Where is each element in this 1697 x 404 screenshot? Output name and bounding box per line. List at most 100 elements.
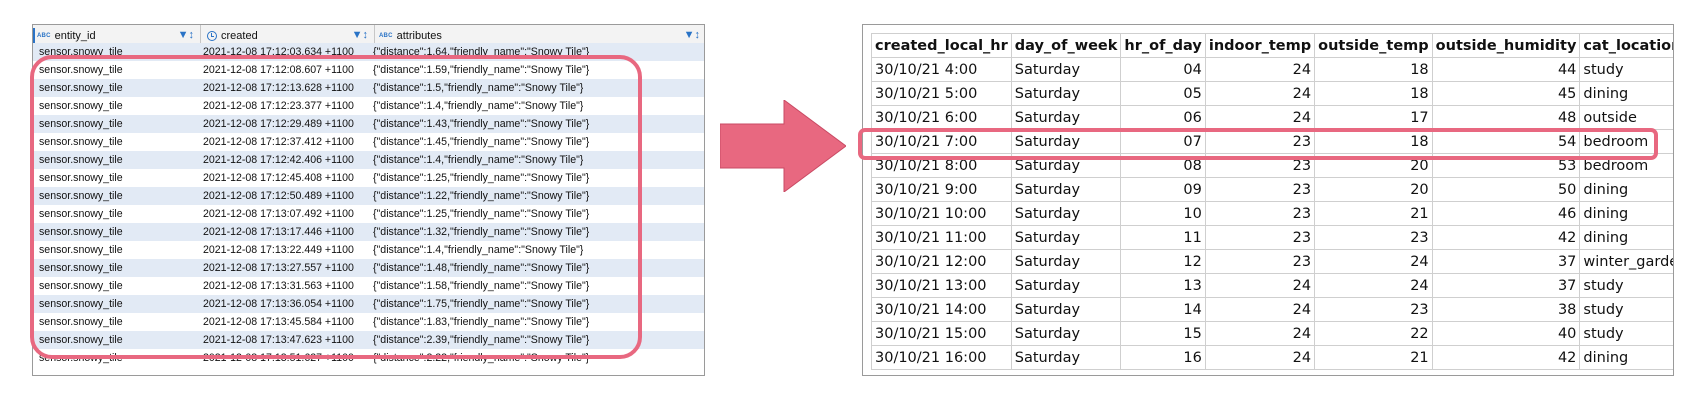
table-cell[interactable]: 13	[1120, 273, 1206, 298]
table-row[interactable]: sensor.snowy_tile 2021-12-08 17:12:45.408…	[33, 169, 704, 187]
table-row[interactable]: sensor.snowy_tile 2021-12-08 17:13:07.492…	[33, 205, 704, 223]
table-row[interactable]: 30/10/21 11:00 Saturday 11 23 23 42 dining	[871, 225, 1673, 250]
table-cell[interactable]: 20	[1314, 153, 1433, 178]
table-cell[interactable]: sensor.snowy_tile	[39, 349, 123, 367]
table-row[interactable]: sensor.snowy_tile 2021-12-08 17:12:42.406…	[33, 151, 704, 169]
table-cell[interactable]: 24	[1314, 273, 1433, 298]
table-row[interactable]: sensor.snowy_tile 2021-12-08 17:12:29.489…	[33, 115, 704, 133]
table-cell[interactable]: 23	[1204, 129, 1316, 154]
table-row[interactable]: sensor.snowy_tile 2021-12-08 17:13:31.563…	[33, 277, 704, 295]
table-cell[interactable]: sensor.snowy_tile	[39, 97, 123, 115]
table-cell[interactable]: {"distance":2.22,"friendly_name":"Snowy …	[373, 349, 589, 367]
table-cell[interactable]: 30/10/21 12:00	[871, 249, 1012, 274]
table-row[interactable]: sensor.snowy_tile 2021-12-08 17:13:51.627…	[33, 349, 704, 367]
table-row[interactable]: 30/10/21 9:00 Saturday 09 23 20 50 dining	[871, 177, 1673, 202]
table-cell[interactable]: 2021-12-08 17:12:03.634 +1100	[203, 43, 354, 61]
table-cell[interactable]: sensor.snowy_tile	[39, 79, 123, 97]
table-cell[interactable]: Saturday	[1010, 153, 1122, 178]
table-cell[interactable]: 2021-12-08 17:12:50.489 +1100	[203, 187, 354, 205]
table-cell[interactable]: study	[1579, 273, 1673, 298]
table-cell[interactable]: 30/10/21 10:00	[871, 201, 1012, 226]
table-cell[interactable]: 37	[1431, 249, 1581, 274]
table-cell[interactable]: sensor.snowy_tile	[39, 61, 123, 79]
sort-filter-icon[interactable]: ▼↕	[352, 29, 368, 41]
table-cell[interactable]: Saturday	[1010, 249, 1122, 274]
table-cell[interactable]: 24	[1204, 57, 1316, 82]
table-cell[interactable]: Saturday	[1010, 345, 1122, 370]
table-cell[interactable]: sensor.snowy_tile	[39, 259, 123, 277]
table-row[interactable]: 30/10/21 6:00 Saturday 06 24 17 48 outside	[871, 105, 1673, 130]
table-cell[interactable]: sensor.snowy_tile	[39, 241, 123, 259]
table-cell[interactable]: 30/10/21 16:00	[871, 345, 1012, 370]
table-row[interactable]: 30/10/21 13:00 Saturday 13 24 24 37 study	[871, 273, 1673, 298]
table-cell[interactable]: 30/10/21 9:00	[871, 177, 1012, 202]
table-cell[interactable]: 45	[1431, 81, 1581, 106]
table-cell[interactable]: {"distance":1.58,"friendly_name":"Snowy …	[373, 277, 589, 295]
table-cell[interactable]: sensor.snowy_tile	[39, 115, 123, 133]
table-cell[interactable]: Saturday	[1010, 297, 1122, 322]
table-cell[interactable]: 24	[1204, 297, 1316, 322]
table-cell[interactable]: 2021-12-08 17:13:47.623 +1100	[203, 331, 354, 349]
table-row[interactable]: sensor.snowy_tile 2021-12-08 17:13:47.623…	[33, 331, 704, 349]
table-cell[interactable]: sensor.snowy_tile	[39, 295, 123, 313]
table-cell[interactable]: 06	[1120, 105, 1206, 130]
table-cell[interactable]: sensor.snowy_tile	[39, 187, 123, 205]
table-cell[interactable]: study	[1579, 57, 1673, 82]
table-cell[interactable]: 18	[1314, 81, 1433, 106]
table-cell[interactable]: 10	[1120, 201, 1206, 226]
table-cell[interactable]: 46	[1431, 201, 1581, 226]
header-outside-temp[interactable]: outside_temp	[1314, 33, 1433, 58]
table-cell[interactable]: 30/10/21 11:00	[871, 225, 1012, 250]
table-cell[interactable]: 2021-12-08 17:12:23.377 +1100	[203, 97, 354, 115]
table-cell[interactable]: {"distance":1.25,"friendly_name":"Snowy …	[373, 169, 589, 187]
table-cell[interactable]: 2021-12-08 17:12:42.406 +1100	[203, 151, 354, 169]
table-cell[interactable]: {"distance":1.75,"friendly_name":"Snowy …	[373, 295, 589, 313]
table-row[interactable]: sensor.snowy_tile 2021-12-08 17:12:50.489…	[33, 187, 704, 205]
table-row[interactable]: 30/10/21 15:00 Saturday 15 24 22 40 study	[871, 321, 1673, 346]
table-cell[interactable]: 12	[1120, 249, 1206, 274]
table-cell[interactable]: sensor.snowy_tile	[39, 169, 123, 187]
table-cell[interactable]: 30/10/21 15:00	[871, 321, 1012, 346]
table-row[interactable]: 30/10/21 8:00 Saturday 08 23 20 53 bedroom	[871, 153, 1673, 178]
table-cell[interactable]: 24	[1204, 273, 1316, 298]
table-cell[interactable]: 24	[1204, 81, 1316, 106]
table-cell[interactable]: Saturday	[1010, 201, 1122, 226]
header-created-local-hr[interactable]: created_local_hr	[871, 33, 1012, 58]
table-cell[interactable]: study	[1579, 297, 1673, 322]
table-cell[interactable]: 20	[1314, 177, 1433, 202]
table-row[interactable]: 30/10/21 7:00 Saturday 07 23 18 54 bedroom	[871, 129, 1673, 154]
table-cell[interactable]: 23	[1204, 225, 1316, 250]
table-cell[interactable]: {"distance":1.5,"friendly_name":"Snowy T…	[373, 79, 583, 97]
table-row[interactable]: sensor.snowy_tile 2021-12-08 17:13:36.054…	[33, 295, 704, 313]
table-cell[interactable]: 2021-12-08 17:13:07.492 +1100	[203, 205, 354, 223]
table-row[interactable]: sensor.snowy_tile 2021-12-08 17:12:23.377…	[33, 97, 704, 115]
table-cell[interactable]: dining	[1579, 177, 1673, 202]
table-cell[interactable]: 2021-12-08 17:12:08.607 +1100	[203, 61, 354, 79]
table-row[interactable]: 30/10/21 12:00 Saturday 12 23 24 37 winter_gar…	[871, 249, 1673, 274]
table-cell[interactable]: 24	[1314, 249, 1433, 274]
table-cell[interactable]: 23	[1314, 297, 1433, 322]
table-cell[interactable]: Saturday	[1010, 177, 1122, 202]
table-cell[interactable]: 30/10/21 6:00	[871, 105, 1012, 130]
table-cell[interactable]: 2021-12-08 17:13:45.584 +1100	[203, 313, 354, 331]
table-cell[interactable]: 05	[1120, 81, 1206, 106]
table-cell[interactable]: 04	[1120, 57, 1206, 82]
table-cell[interactable]: Saturday	[1010, 225, 1122, 250]
table-cell[interactable]: 18	[1314, 129, 1433, 154]
table-cell[interactable]: sensor.snowy_tile	[39, 133, 123, 151]
sort-filter-icon[interactable]: ▼↕	[178, 29, 194, 41]
table-cell[interactable]: 22	[1314, 321, 1433, 346]
table-cell[interactable]: {"distance":1.64,"friendly_name":"Snowy …	[373, 43, 589, 61]
table-row[interactable]: sensor.snowy_tile 2021-12-08 17:13:27.557…	[33, 259, 704, 277]
table-row[interactable]: sensor.snowy_tile 2021-12-08 17:13:22.449…	[33, 241, 704, 259]
table-cell[interactable]: 24	[1204, 321, 1316, 346]
table-row[interactable]: 30/10/21 5:00 Saturday 05 24 18 45 dining	[871, 81, 1673, 106]
table-cell[interactable]: {"distance":1.45,"friendly_name":"Snowy …	[373, 133, 589, 151]
table-cell[interactable]: 07	[1120, 129, 1206, 154]
table-cell[interactable]: dining	[1579, 225, 1673, 250]
table-cell[interactable]: 54	[1431, 129, 1581, 154]
table-cell[interactable]: sensor.snowy_tile	[39, 313, 123, 331]
table-cell[interactable]: 44	[1431, 57, 1581, 82]
table-cell[interactable]: 15	[1120, 321, 1206, 346]
table-cell[interactable]: {"distance":1.83,"friendly_name":"Snowy …	[373, 313, 589, 331]
